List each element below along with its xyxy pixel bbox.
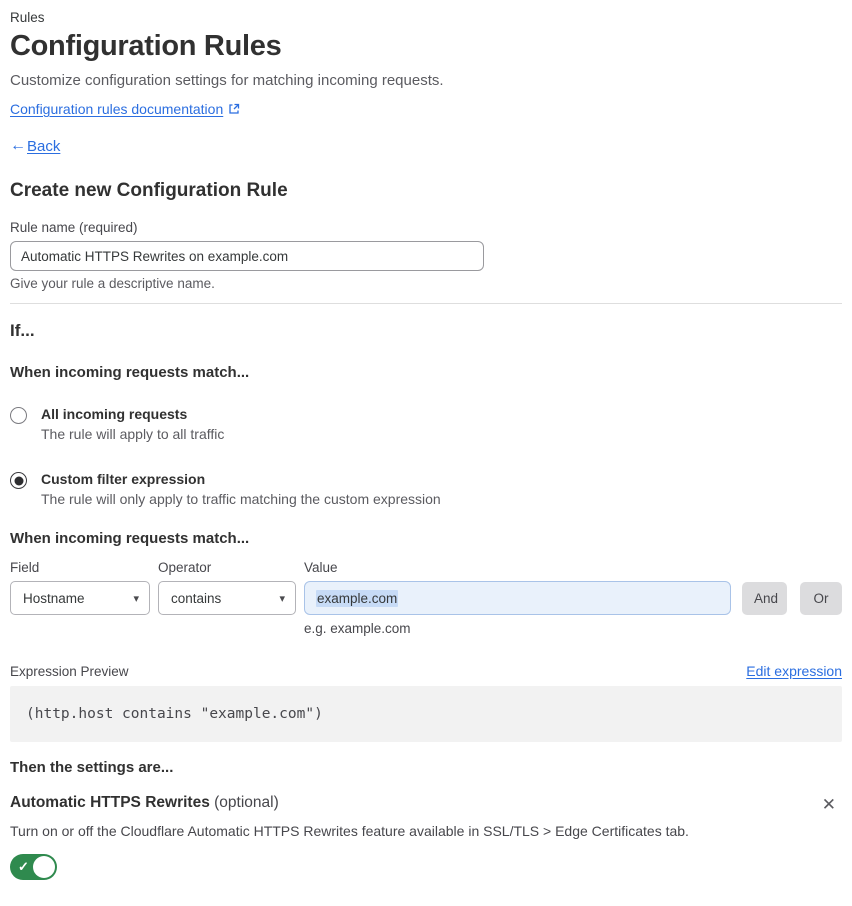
- radio-custom-expression-label: Custom filter expression: [41, 471, 206, 487]
- field-select-value: Hostname: [23, 590, 85, 606]
- value-column-label: Value: [304, 560, 338, 575]
- check-icon: ✓: [18, 859, 29, 874]
- builder-column-labels: Field Operator Value: [10, 560, 842, 575]
- builder-heading: When incoming requests match...: [10, 530, 250, 547]
- radio-custom-expression-description: The rule will only apply to traffic matc…: [41, 491, 441, 507]
- setting-description: Turn on or off the Cloudflare Automatic …: [10, 823, 689, 839]
- value-help-text: e.g. example.com: [304, 621, 411, 636]
- or-button[interactable]: Or: [800, 581, 842, 615]
- breadcrumb: Rules: [10, 10, 45, 25]
- rule-name-input[interactable]: [10, 241, 484, 271]
- setting-card-header: Automatic HTTPS Rewrites (optional) ✕: [10, 794, 842, 815]
- if-heading: If...: [10, 321, 35, 340]
- operator-column-label: Operator: [158, 560, 212, 575]
- chevron-down-icon: ▾: [133, 592, 139, 605]
- expression-preview-label: Expression Preview: [10, 663, 129, 679]
- external-link-icon: [228, 103, 240, 115]
- radio-option-custom-expression[interactable]: Custom filter expression The rule will o…: [10, 471, 842, 507]
- edit-expression-link[interactable]: Edit expression: [746, 663, 842, 679]
- back-link[interactable]: Back: [27, 138, 60, 155]
- expression-builder-row: Hostname ▾ contains ▾ example.com And Or: [10, 581, 842, 615]
- https-rewrites-toggle[interactable]: ✓: [10, 854, 57, 880]
- operator-select[interactable]: contains ▾: [158, 581, 296, 615]
- radio-all-requests-description: The rule will apply to all traffic: [41, 426, 225, 442]
- rule-name-help: Give your rule a descriptive name.: [10, 276, 215, 291]
- page-title: Configuration Rules: [10, 30, 282, 62]
- radio-unselected-icon[interactable]: [10, 407, 27, 424]
- and-button[interactable]: And: [742, 581, 787, 615]
- radio-selected-icon[interactable]: [10, 472, 27, 489]
- rule-name-label: Rule name (required): [10, 220, 138, 235]
- setting-optional-tag: (optional): [214, 794, 279, 811]
- back-arrow-icon: ←: [10, 137, 26, 154]
- value-input-text: example.com: [316, 589, 399, 607]
- chevron-down-icon: ▾: [279, 592, 285, 605]
- section-divider: [10, 303, 842, 304]
- page-subtitle: Customize configuration settings for mat…: [10, 72, 444, 89]
- configuration-rules-page: Rules Configuration Rules Customize conf…: [0, 0, 852, 906]
- toggle-knob: [33, 856, 55, 878]
- incoming-match-label: When incoming requests match...: [10, 364, 250, 381]
- expression-preview-code: (http.host contains "example.com"): [10, 686, 842, 742]
- field-select[interactable]: Hostname ▾: [10, 581, 150, 615]
- close-icon[interactable]: ✕: [818, 794, 840, 815]
- radio-option-all-requests[interactable]: All incoming requests The rule will appl…: [10, 406, 842, 442]
- expression-preview-row: Expression Preview Edit expression: [10, 663, 842, 679]
- operator-select-value: contains: [171, 590, 222, 606]
- documentation-link[interactable]: Configuration rules documentation: [10, 101, 223, 117]
- then-settings-heading: Then the settings are...: [10, 759, 174, 776]
- value-input[interactable]: example.com: [304, 581, 731, 615]
- setting-title: Automatic HTTPS Rewrites: [10, 794, 210, 811]
- create-rule-heading: Create new Configuration Rule: [10, 180, 288, 201]
- radio-all-requests-label: All incoming requests: [41, 406, 188, 422]
- back-row: ← Back: [10, 137, 842, 155]
- documentation-link-row: Configuration rules documentation: [10, 101, 842, 117]
- field-column-label: Field: [10, 560, 40, 575]
